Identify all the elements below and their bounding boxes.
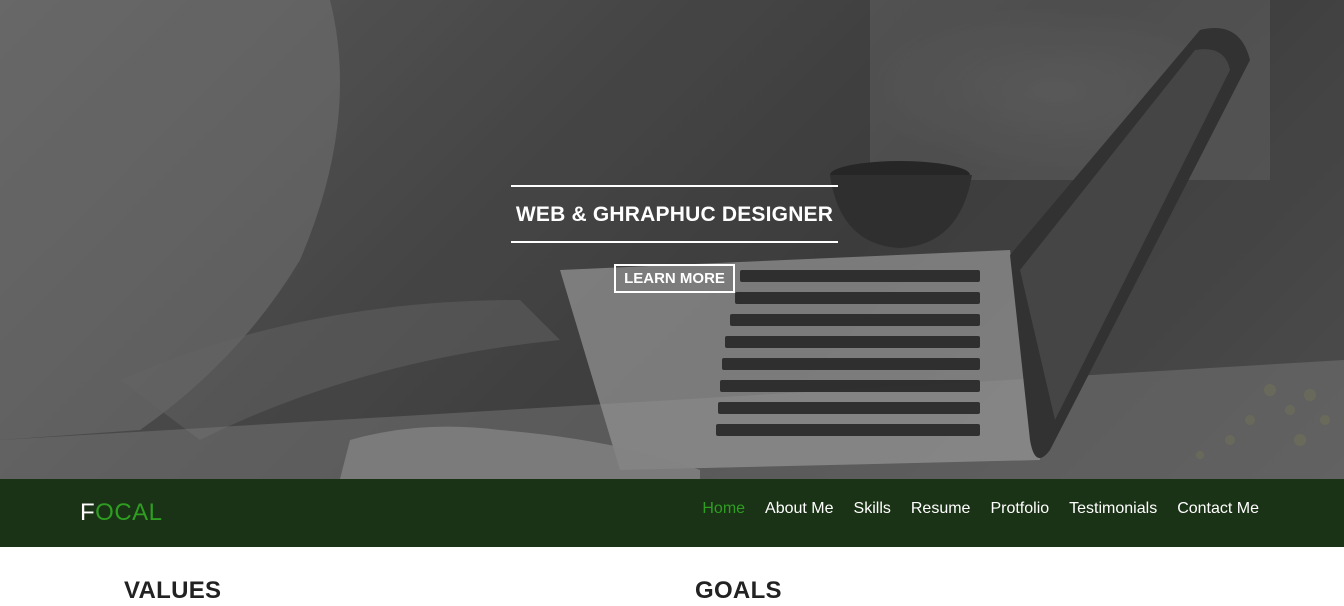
nav-testimonials[interactable]: Testimonials bbox=[1069, 500, 1157, 518]
nav-home[interactable]: Home bbox=[702, 500, 745, 518]
hero-title: WEB & GHRAPHUC DESIGNER bbox=[515, 203, 834, 226]
hero-banner: WEB & GHRAPHUC DESIGNER LEARN MORE bbox=[0, 0, 1344, 479]
nav-about-me[interactable]: About Me bbox=[765, 500, 833, 518]
nav-contact-me[interactable]: Contact Me bbox=[1177, 500, 1259, 518]
learn-more-button[interactable]: LEARN MORE bbox=[614, 264, 735, 293]
navbar: FOCAL Home About Me Skills Resume Protfo… bbox=[0, 479, 1344, 547]
nav-portfolio[interactable]: Protfolio bbox=[990, 500, 1049, 518]
goals-heading: GOALS bbox=[695, 577, 782, 604]
nav-resume[interactable]: Resume bbox=[911, 500, 971, 518]
hero-top-rule bbox=[511, 185, 838, 187]
brand-rest: OCAL bbox=[95, 499, 163, 526]
main-nav: Home About Me Skills Resume Protfolio Te… bbox=[682, 500, 1259, 518]
brand-first-letter: F bbox=[80, 499, 96, 526]
values-heading: VALUES bbox=[124, 577, 222, 604]
hero-content: WEB & GHRAPHUC DESIGNER LEARN MORE bbox=[511, 185, 838, 293]
hero-bottom-rule bbox=[511, 241, 838, 243]
brand-logo[interactable]: FOCAL bbox=[80, 499, 163, 527]
nav-skills[interactable]: Skills bbox=[854, 500, 891, 518]
